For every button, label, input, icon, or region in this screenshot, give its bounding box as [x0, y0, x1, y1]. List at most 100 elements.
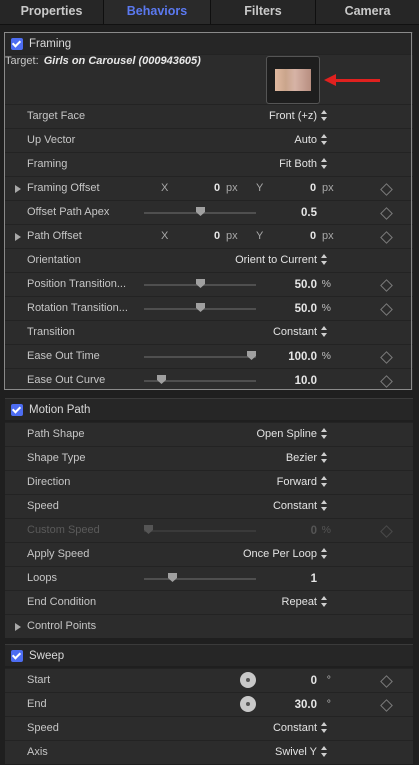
value-field[interactable]: 30.0 — [295, 699, 317, 711]
value-field[interactable]: 0 — [311, 675, 317, 687]
popup-arrows-icon[interactable] — [321, 157, 327, 171]
x-label: X — [161, 230, 169, 242]
popup-arrows-icon[interactable] — [321, 427, 327, 441]
label: Speed — [27, 722, 59, 734]
label: Path Offset — [27, 230, 82, 242]
end-condition-popup[interactable]: Repeat — [282, 596, 317, 608]
sweep-speed-popup[interactable]: Constant — [273, 722, 317, 734]
row-framing: Framing Fit Both — [5, 152, 413, 176]
slider-knob[interactable] — [157, 375, 166, 384]
disclosure-triangle-icon[interactable] — [15, 233, 21, 241]
loops-slider[interactable] — [144, 573, 256, 582]
keyframe-icon[interactable] — [380, 375, 393, 388]
path-shape-popup[interactable]: Open Spline — [256, 428, 317, 440]
popup-arrows-icon[interactable] — [321, 253, 327, 267]
label: Offset Path Apex — [27, 206, 110, 218]
motion-path-enable-checkbox[interactable] — [11, 403, 23, 416]
speed-popup[interactable]: Constant — [273, 500, 317, 512]
start-angle-dial-icon[interactable] — [240, 672, 256, 688]
up-vector-popup[interactable]: Auto — [294, 134, 317, 146]
framing-header[interactable]: Framing — [5, 32, 413, 54]
value-field[interactable]: 50.0 — [295, 303, 317, 315]
popup-arrows-icon[interactable] — [321, 721, 327, 735]
keyframe-icon[interactable] — [380, 183, 393, 196]
keyframe-icon[interactable] — [380, 207, 393, 220]
rotation-transition-slider[interactable] — [144, 303, 256, 312]
slider-knob[interactable] — [196, 207, 205, 216]
offset-path-apex-slider[interactable] — [144, 207, 256, 216]
popup-arrows-icon[interactable] — [321, 499, 327, 513]
slider-knob[interactable] — [196, 303, 205, 312]
direction-popup[interactable]: Forward — [277, 476, 317, 488]
row-control-points[interactable]: Control Points — [5, 614, 413, 638]
slider-knob[interactable] — [196, 279, 205, 288]
popup-arrows-icon[interactable] — [321, 109, 327, 123]
transition-popup[interactable]: Constant — [273, 326, 317, 338]
row-loops: Loops 1 — [5, 566, 413, 590]
keyframe-icon[interactable] — [380, 351, 393, 364]
keyframe-icon[interactable] — [380, 303, 393, 316]
label: Transition — [27, 326, 75, 338]
ease-out-curve-slider[interactable] — [144, 375, 256, 384]
tab-properties[interactable]: Properties — [0, 0, 104, 24]
value-field[interactable]: 1 — [311, 573, 317, 585]
popup-arrows-icon[interactable] — [321, 325, 327, 339]
x-unit: px — [226, 230, 238, 242]
y-value-field[interactable]: 0 — [310, 230, 316, 242]
popup-arrows-icon[interactable] — [321, 595, 327, 609]
axis-popup[interactable]: Swivel Y — [275, 746, 317, 758]
x-value-field[interactable]: 0 — [214, 182, 220, 194]
label: Shape Type — [27, 452, 86, 464]
slider-knob[interactable] — [247, 351, 256, 360]
tab-behaviors[interactable]: Behaviors — [104, 0, 211, 24]
row-speed: Speed Constant — [5, 494, 413, 518]
label: Speed — [27, 500, 59, 512]
y-label: Y — [256, 182, 264, 194]
row-apply-speed: Apply Speed Once Per Loop — [5, 542, 413, 566]
label: Orientation — [27, 254, 81, 266]
slider-knob[interactable] — [168, 573, 177, 582]
label: Start — [27, 674, 51, 686]
target-face-popup[interactable]: Front (+z) — [269, 110, 317, 122]
popup-arrows-icon[interactable] — [321, 133, 327, 147]
x-value-field[interactable]: 0 — [214, 230, 220, 242]
position-transition-slider[interactable] — [144, 279, 256, 288]
framing-enable-checkbox[interactable] — [11, 37, 23, 50]
disclosure-triangle-icon[interactable] — [15, 623, 21, 631]
tab-camera[interactable]: Camera — [316, 0, 419, 24]
inspector-tab-bar: Properties Behaviors Filters Camera — [0, 0, 419, 25]
disclosure-triangle-icon[interactable] — [15, 185, 21, 193]
motion-path-header[interactable]: Motion Path — [5, 398, 413, 420]
y-label: Y — [256, 230, 264, 242]
keyframe-icon — [380, 525, 393, 538]
label: Axis — [27, 746, 48, 758]
framing-popup[interactable]: Fit Both — [279, 158, 317, 170]
value-field[interactable]: 100.0 — [288, 351, 317, 363]
y-value-field[interactable]: 0 — [310, 182, 316, 194]
ease-out-time-slider[interactable] — [144, 351, 256, 360]
keyframe-icon[interactable] — [380, 231, 393, 244]
popup-arrows-icon[interactable] — [321, 745, 327, 759]
value-field[interactable]: 50.0 — [295, 279, 317, 291]
value-field: 0 — [310, 525, 317, 537]
popup-arrows-icon[interactable] — [321, 547, 327, 561]
popup-arrows-icon[interactable] — [321, 475, 327, 489]
label: Path Shape — [27, 428, 85, 440]
value-field[interactable]: 10.0 — [295, 375, 317, 387]
unit: % — [321, 302, 331, 314]
label: Apply Speed — [27, 548, 90, 560]
keyframe-icon[interactable] — [380, 279, 393, 292]
value-field[interactable]: 0.5 — [301, 207, 317, 219]
sweep-header[interactable]: Sweep — [5, 644, 413, 666]
orientation-popup[interactable]: Orient to Current — [235, 254, 317, 266]
tab-filters[interactable]: Filters — [211, 0, 316, 24]
target-thumbnail-well[interactable] — [266, 56, 320, 104]
sweep-enable-checkbox[interactable] — [11, 649, 23, 662]
keyframe-icon[interactable] — [380, 699, 393, 712]
shape-type-popup[interactable]: Bezier — [286, 452, 317, 464]
keyframe-icon[interactable] — [380, 675, 393, 688]
apply-speed-popup[interactable]: Once Per Loop — [243, 548, 317, 560]
unit: % — [321, 278, 331, 290]
end-angle-dial-icon[interactable] — [240, 696, 256, 712]
popup-arrows-icon[interactable] — [321, 451, 327, 465]
